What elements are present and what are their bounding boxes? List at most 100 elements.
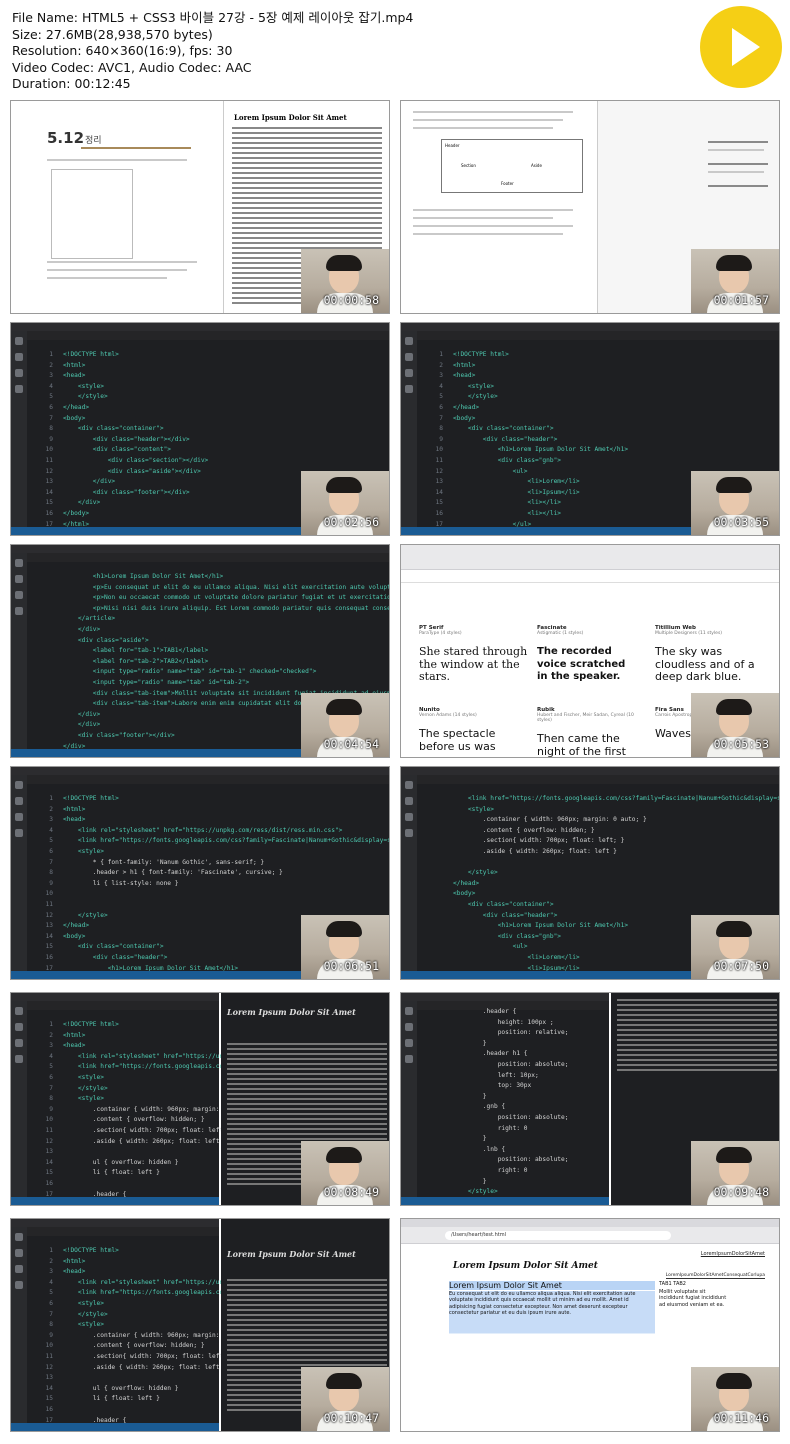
line-text: <p>Non eu occaecat commodo ut voluptate … (92, 594, 389, 602)
page-title: Lorem Ipsum Dolor Sit Amet (453, 1261, 598, 1271)
code-line: 4 <link rel="stylesheet" href="https://u… (29, 1052, 253, 1063)
line-text: <style> (63, 847, 104, 855)
line-number: 14 (45, 1384, 53, 1392)
file-size: Size: 27.6MB(28,938,570 bytes) (12, 26, 213, 42)
font-card[interactable]: Fascinate Astigmatic (1 styles) The reco… (537, 625, 647, 684)
code-line: 3 <head> (29, 815, 389, 826)
line-number: 15 (45, 943, 53, 951)
code-line: 7 * { font-family: 'Nanum Gothic', sans-… (29, 858, 389, 869)
timestamp: 00:02:56 (323, 515, 379, 529)
line-text: </div> (63, 710, 101, 718)
code-line: 11 .section{ width: 700px; float: left; … (29, 1352, 235, 1363)
line-number: 9 (439, 435, 443, 443)
code-line: } (419, 1039, 609, 1050)
line-text: <link rel="stylesheet" href="https://unp… (63, 826, 343, 834)
line-number: 2 (439, 361, 443, 369)
line-number: 3 (49, 372, 53, 380)
line-number: 11 (45, 456, 53, 464)
line-number: 15 (45, 1169, 53, 1177)
thumbnail-1[interactable]: 5.12 정리 Lorem Ipsum Dolor Sit Amet 00:00… (10, 100, 390, 314)
font-card[interactable]: Rubik Hubert and Fischer, Meir Sadan, Cy… (537, 707, 647, 757)
line-text: <h1>Lorem Ipsum Dolor Sit Amet</h1> (453, 922, 629, 930)
code-line: 9 .container { width: 960px; margin: 0 a… (29, 1105, 256, 1116)
line-number: 10 (435, 446, 443, 454)
code-line: 2 <html> (29, 1031, 219, 1042)
thumbnail-7[interactable]: 1 <!DOCTYPE html> 2 <html> 3 <head> 4 <link re… (10, 766, 390, 980)
layout-label-section: Section (461, 163, 476, 168)
line-number: 13 (435, 478, 443, 486)
line-text: <head> (63, 1042, 86, 1050)
lnb-menu[interactable]: LoremIpsumDolorSitAmetConsequatCorlupa (665, 1273, 765, 1279)
line-text: </body> (63, 509, 90, 517)
line-text: <div class="aside"></div> (63, 467, 201, 475)
thumbnail-9[interactable]: 1 <!DOCTYPE html> 2 <html> 3 <head> 4 <link re… (10, 992, 390, 1206)
thumbnail-8[interactable]: <link href="https://fonts.googleapis.com… (400, 766, 780, 980)
code-line: </head> (419, 879, 779, 890)
thumbnail-10[interactable]: .header { height: 100px ; position: rela… (400, 992, 780, 1206)
line-number: 11 (45, 1352, 53, 1360)
line-text: </div> (63, 625, 101, 633)
line-text: .aside { width: 260px; float: left } (453, 847, 617, 855)
line-text: <label for="tab-1">TAB1</label> (63, 647, 209, 655)
line-text: <div class="content"> (63, 446, 172, 454)
preview-title: Lorem Ipsum Dolor Sit Amet (234, 113, 347, 122)
line-number: 3 (49, 1268, 53, 1276)
line-text: <link href="https://fonts.googleapis.com… (77, 837, 390, 845)
code-line: 4 <style> (29, 382, 389, 393)
line-number: 12 (45, 1363, 53, 1371)
line-number: 7 (49, 1310, 53, 1318)
code-line: 3 <head> (29, 1041, 219, 1052)
code-line: 12 .aside { width: 260px; float: left } (29, 1363, 227, 1374)
code-line: <p>Nisi nisi duis irure aliquip. Est Lor… (29, 604, 389, 615)
code-line: <style> (419, 805, 779, 816)
book-section-heading: 정리 (85, 136, 102, 146)
code-line: 5 <link href="https://fonts.googleapis.c… (29, 1288, 253, 1299)
code-lines: 1 <!DOCTYPE html> 2 <html> 3 <head> 4 <link re… (29, 1020, 257, 1205)
timestamp: 00:04:54 (323, 737, 379, 751)
code-line: 2 <html> (29, 805, 389, 816)
font-card[interactable]: PT Serif ParaType (4 styles) She stared … (419, 625, 529, 684)
line-text: position: absolute; (453, 1156, 569, 1164)
tab-labels[interactable]: TAB1 TAB2 (659, 1281, 686, 1287)
line-number: 4 (439, 382, 443, 390)
thumbnail-5[interactable]: <h1>Lorem Ipsum Dolor Sit Amet</h1> <p>E… (10, 544, 390, 758)
thumbnail-3[interactable]: 1 <!DOCTYPE html> 2 <html> 3 <head> 4 <style> 5… (10, 322, 390, 536)
line-number: 11 (45, 900, 53, 908)
line-text: } (453, 1092, 487, 1100)
thumbnail-4[interactable]: 1 <!DOCTYPE html> 2 <html> 3 <head> 4 <style> 5… (400, 322, 780, 536)
font-card[interactable]: Titillium Web Multiple Designers (11 sty… (655, 625, 765, 684)
code-line: 10 .content { overflow: hidden; } (29, 1341, 219, 1352)
play-icon[interactable] (700, 6, 782, 88)
line-number: 8 (49, 1321, 53, 1329)
font-card[interactable]: Nunito Vernon Adams (14 styles) The spec… (419, 707, 529, 753)
code-line: <p>Non eu occaecat commodo ut voluptate … (29, 593, 389, 604)
line-text: <label for="tab-2">TAB2</label> (63, 657, 209, 665)
line-text: </div> (63, 478, 116, 486)
line-text: position: absolute; (453, 1060, 569, 1068)
line-text: <style> (63, 1073, 104, 1081)
file-duration: Duration: 00:12:45 (12, 76, 131, 91)
address-bar[interactable]: /Users/heart/test.html (445, 1231, 671, 1240)
code-line: </article> (29, 614, 389, 625)
code-line: </style> (419, 868, 779, 879)
line-number: 4 (49, 382, 53, 390)
gnb-menu[interactable]: LoremIpsumDolorSitAmet (701, 1251, 765, 1257)
line-text: <body> (453, 890, 476, 898)
file-metadata: File Name: HTML5 + CSS3 바이블 27강 - 5장 예제 … (12, 10, 413, 93)
line-text: <!DOCTYPE html> (63, 795, 119, 802)
code-line: <label for="tab-1">TAB1</label> (29, 646, 389, 657)
thumbnail-2[interactable]: Header Section Aside Footer 00:01:57 (400, 100, 780, 314)
thumbnail-11[interactable]: 1 <!DOCTYPE html> 2 <html> 3 <head> 4 <link re… (10, 1218, 390, 1432)
line-text: <input type="radio" name="tab" id="tab-2… (63, 678, 250, 686)
code-line: height: 100px ; (419, 1018, 609, 1029)
thumbnail-6[interactable]: PT Serif ParaType (4 styles) She stared … (400, 544, 780, 758)
code-line: 1 <!DOCTYPE html> (29, 1020, 219, 1031)
line-text: height: 100px ; (453, 1018, 554, 1026)
line-text: .header h1 { (453, 1050, 528, 1058)
thumbnail-12[interactable]: /Users/heart/test.html LoremIpsumDolorSi… (400, 1218, 780, 1432)
code-line: 14 ul { overflow: hidden } (29, 1384, 219, 1395)
line-text: <style> (63, 382, 104, 390)
code-line: <h1>Lorem Ipsum Dolor Sit Amet</h1> (29, 572, 389, 583)
line-number: 15 (435, 499, 443, 507)
